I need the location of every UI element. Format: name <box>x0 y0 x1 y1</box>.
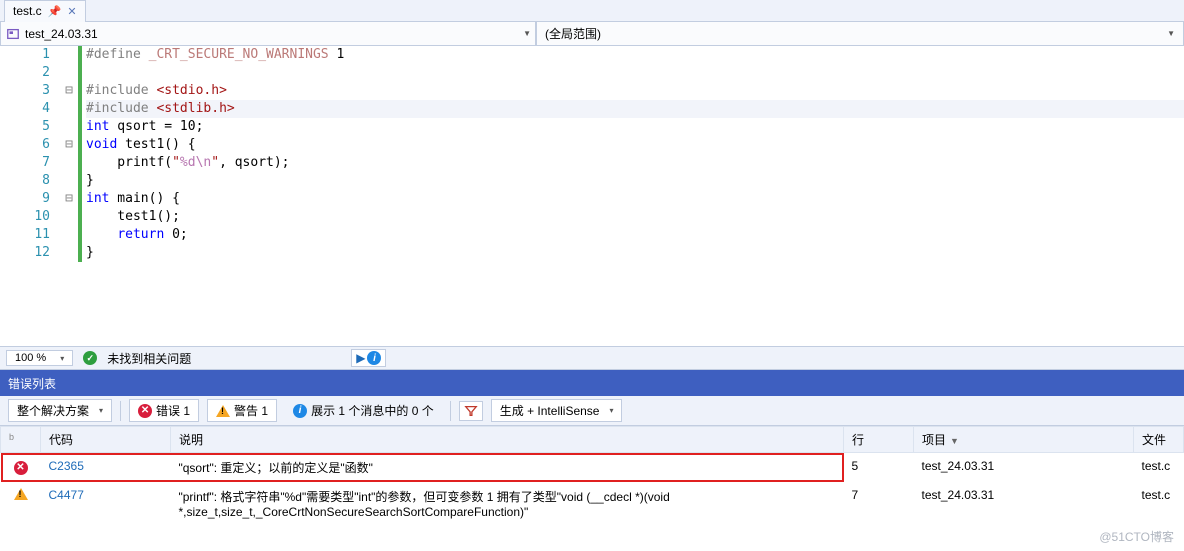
chevron-down-icon: ▾ <box>609 406 613 415</box>
table-row[interactable]: ✕ C2365"qsort": 重定义；以前的定义是"函数"5test_24.03… <box>1 453 1184 483</box>
errors-count-label: 错误 1 <box>156 402 190 419</box>
error-project: test_24.03.31 <box>914 482 1134 525</box>
warnings-filter-button[interactable]: 警告 1 <box>207 399 277 422</box>
col-file[interactable]: 文件 <box>1134 427 1184 453</box>
nav-arrows[interactable]: ▶ i <box>351 349 386 367</box>
error-code: C4477 <box>41 482 171 525</box>
warning-icon <box>216 405 230 417</box>
zoom-value: 100 % <box>15 352 46 364</box>
code-editor[interactable]: 123456789101112 ⊟ ⊟ ⊟ #define _CRT_SECUR… <box>0 46 1184 346</box>
watermark: @51CTO博客 <box>1099 528 1174 545</box>
table-row[interactable]: C4477"printf": 格式字符串"%d"需要类型"int"的参数，但可变… <box>1 482 1184 525</box>
error-filter-bar: 整个解决方案 ▾ ✕ 错误 1 警告 1 i 展示 1 个消息中的 0 个 生成… <box>0 396 1184 426</box>
line-gutter: 123456789101112 <box>0 46 60 346</box>
info-icon[interactable]: i <box>367 351 381 365</box>
error-line: 7 <box>844 482 914 525</box>
error-code: C2365 <box>41 453 171 483</box>
messages-count-label: 展示 1 个消息中的 0 个 <box>311 402 434 419</box>
zoom-dropdown[interactable]: 100 % ▾ <box>6 350 73 366</box>
scope-right-label: (全局范围) <box>545 25 601 42</box>
scope-dropdown-left[interactable]: test_24.03.31 ▼ <box>0 22 536 45</box>
project-icon <box>5 26 21 42</box>
warning-icon <box>14 488 28 500</box>
chevron-down-icon: ▼ <box>1167 29 1175 38</box>
separator <box>120 401 121 421</box>
chevron-down-icon: ▼ <box>523 29 531 38</box>
code-content[interactable]: #define _CRT_SECURE_NO_WARNINGS 1 #inclu… <box>82 46 1184 346</box>
col-icon[interactable]: b <box>1 427 41 453</box>
scope-filter-dropdown[interactable]: 整个解决方案 ▾ <box>8 399 112 422</box>
error-file: test.c <box>1134 453 1184 483</box>
issues-status: 未找到相关问题 <box>107 350 191 367</box>
col-line[interactable]: 行 <box>844 427 914 453</box>
col-desc[interactable]: 说明 <box>171 427 844 453</box>
error-list-title-text: 错误列表 <box>8 375 56 392</box>
error-desc: "qsort": 重定义；以前的定义是"函数" <box>171 453 844 483</box>
tab-filename: test.c <box>13 4 42 18</box>
scope-left-label: test_24.03.31 <box>25 27 98 41</box>
error-icon: ✕ <box>14 461 28 475</box>
tab-bar: test.c 📌 ✕ <box>0 0 1184 22</box>
col-code[interactable]: 代码 <box>41 427 171 453</box>
editor-status-bar: 100 % ▾ ✓ 未找到相关问题 ▶ i <box>0 346 1184 370</box>
col-project[interactable]: 项目▼ <box>914 427 1134 453</box>
close-icon[interactable]: ✕ <box>67 5 76 18</box>
error-line: 5 <box>844 453 914 483</box>
error-table: b 代码 说明 行 项目▼ 文件 ✕ C2365"qsort": 重定义；以前的定… <box>0 426 1184 525</box>
nav-bar: test_24.03.31 ▼ (全局范围) ▼ <box>0 22 1184 46</box>
errors-filter-button[interactable]: ✕ 错误 1 <box>129 399 199 422</box>
error-project: test_24.03.31 <box>914 453 1134 483</box>
separator <box>450 401 451 421</box>
fold-gutter[interactable]: ⊟ ⊟ ⊟ <box>60 46 78 346</box>
chevron-down-icon: ▾ <box>99 406 103 415</box>
check-icon: ✓ <box>83 351 97 365</box>
error-desc: "printf": 格式字符串"%d"需要类型"int"的参数，但可变参数 1 … <box>171 482 844 525</box>
error-file: test.c <box>1134 482 1184 525</box>
build-intellisense-dropdown[interactable]: 生成 + IntelliSense ▾ <box>491 399 623 422</box>
error-icon: ✕ <box>138 404 152 418</box>
filter-button[interactable] <box>459 401 483 421</box>
build-intellisense-label: 生成 + IntelliSense <box>500 402 600 419</box>
error-table-header: b 代码 说明 行 项目▼ 文件 <box>1 427 1184 453</box>
file-tab[interactable]: test.c 📌 ✕ <box>4 0 86 22</box>
warnings-count-label: 警告 1 <box>234 402 268 419</box>
arrow-right-icon[interactable]: ▶ <box>356 351 365 365</box>
sort-desc-icon: ▼ <box>950 436 959 446</box>
filter-icon <box>464 404 478 418</box>
scope-filter-label: 整个解决方案 <box>17 402 89 419</box>
info-icon: i <box>293 404 307 418</box>
error-list-title: 错误列表 <box>0 370 1184 396</box>
chevron-down-icon: ▾ <box>60 354 64 363</box>
scope-dropdown-right[interactable]: (全局范围) ▼ <box>536 22 1184 45</box>
pin-icon[interactable]: 📌 <box>48 5 62 18</box>
messages-filter-button[interactable]: i 展示 1 个消息中的 0 个 <box>285 400 442 421</box>
